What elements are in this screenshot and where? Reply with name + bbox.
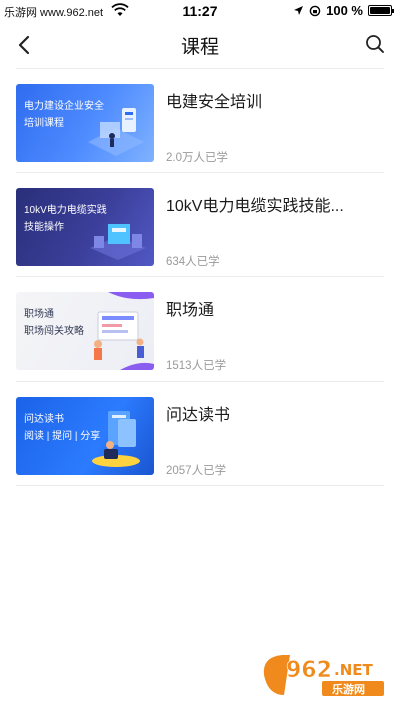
course-thumbnail: 10kV电力电缆实践 技能操作: [16, 187, 154, 266]
course-item[interactable]: 职场通 职场闯关攻略 职场通 1513人已学: [16, 277, 384, 382]
course-title: 10kV电力电缆实践技能...: [166, 197, 344, 215]
building-illustration: [88, 108, 144, 156]
reading-illustration: [92, 410, 140, 467]
presentation-illustration: [94, 311, 144, 360]
battery-fill: [370, 7, 390, 14]
status-right: 100 %: [293, 3, 394, 18]
search-button[interactable]: [362, 31, 388, 57]
search-icon: [366, 35, 384, 53]
course-learner-count: 1513人已学: [166, 360, 227, 372]
svg-text:.NET: .NET: [334, 661, 373, 679]
course-thumbnail: 职场通 职场闯关攻略: [16, 292, 154, 370]
rotation-lock-icon: [309, 5, 321, 16]
course-item[interactable]: 问达读书 阅读 | 提问 | 分享 问达读书 2057人已学: [16, 382, 384, 486]
svg-text:乐游网: 乐游网: [332, 682, 365, 696]
course-item[interactable]: 10kV电力电缆实践 技能操作 10kV电力电缆实践技能... 634人已学: [16, 173, 384, 277]
course-title: 职场通: [166, 302, 215, 319]
page-title: 课程: [180, 37, 219, 58]
nav-bar: 课程: [0, 22, 400, 68]
course-thumbnail: 电力建设企业安全 培训课程: [16, 84, 154, 162]
cable-illustration: [90, 223, 146, 260]
watermark-graphic: 962 .NET 乐游网: [263, 655, 384, 696]
course-learner-count: 2057人已学: [166, 464, 227, 477]
course-learner-count: 2.0万人已学: [166, 152, 228, 164]
location-arrow-icon: [294, 6, 304, 15]
course-item[interactable]: 电力建设企业安全 培训课程 电建安全培训 2.0万人已学: [16, 68, 384, 173]
course-title: 电建安全培训: [166, 94, 263, 111]
battery-percent: 100 %: [326, 3, 363, 18]
svg-text:962: 962: [286, 658, 332, 683]
battery-icon: [368, 5, 394, 16]
watermark-logo: 962 .NET 乐游网: [260, 651, 390, 699]
course-thumbnail: 问达读书 阅读 | 提问 | 分享: [16, 396, 154, 475]
course-learner-count: 634人已学: [166, 255, 220, 268]
thumbnail-caption: 职场通 职场闯关攻略: [24, 309, 84, 337]
course-title: 问达读书: [166, 406, 231, 424]
course-list: 电力建设企业安全 培训课程 电建安全培训 2.0万人已学 10kV电力电缆实践 …: [16, 68, 384, 486]
status-bar: 乐游网 www.962.net 11:27 100 %: [0, 0, 400, 22]
